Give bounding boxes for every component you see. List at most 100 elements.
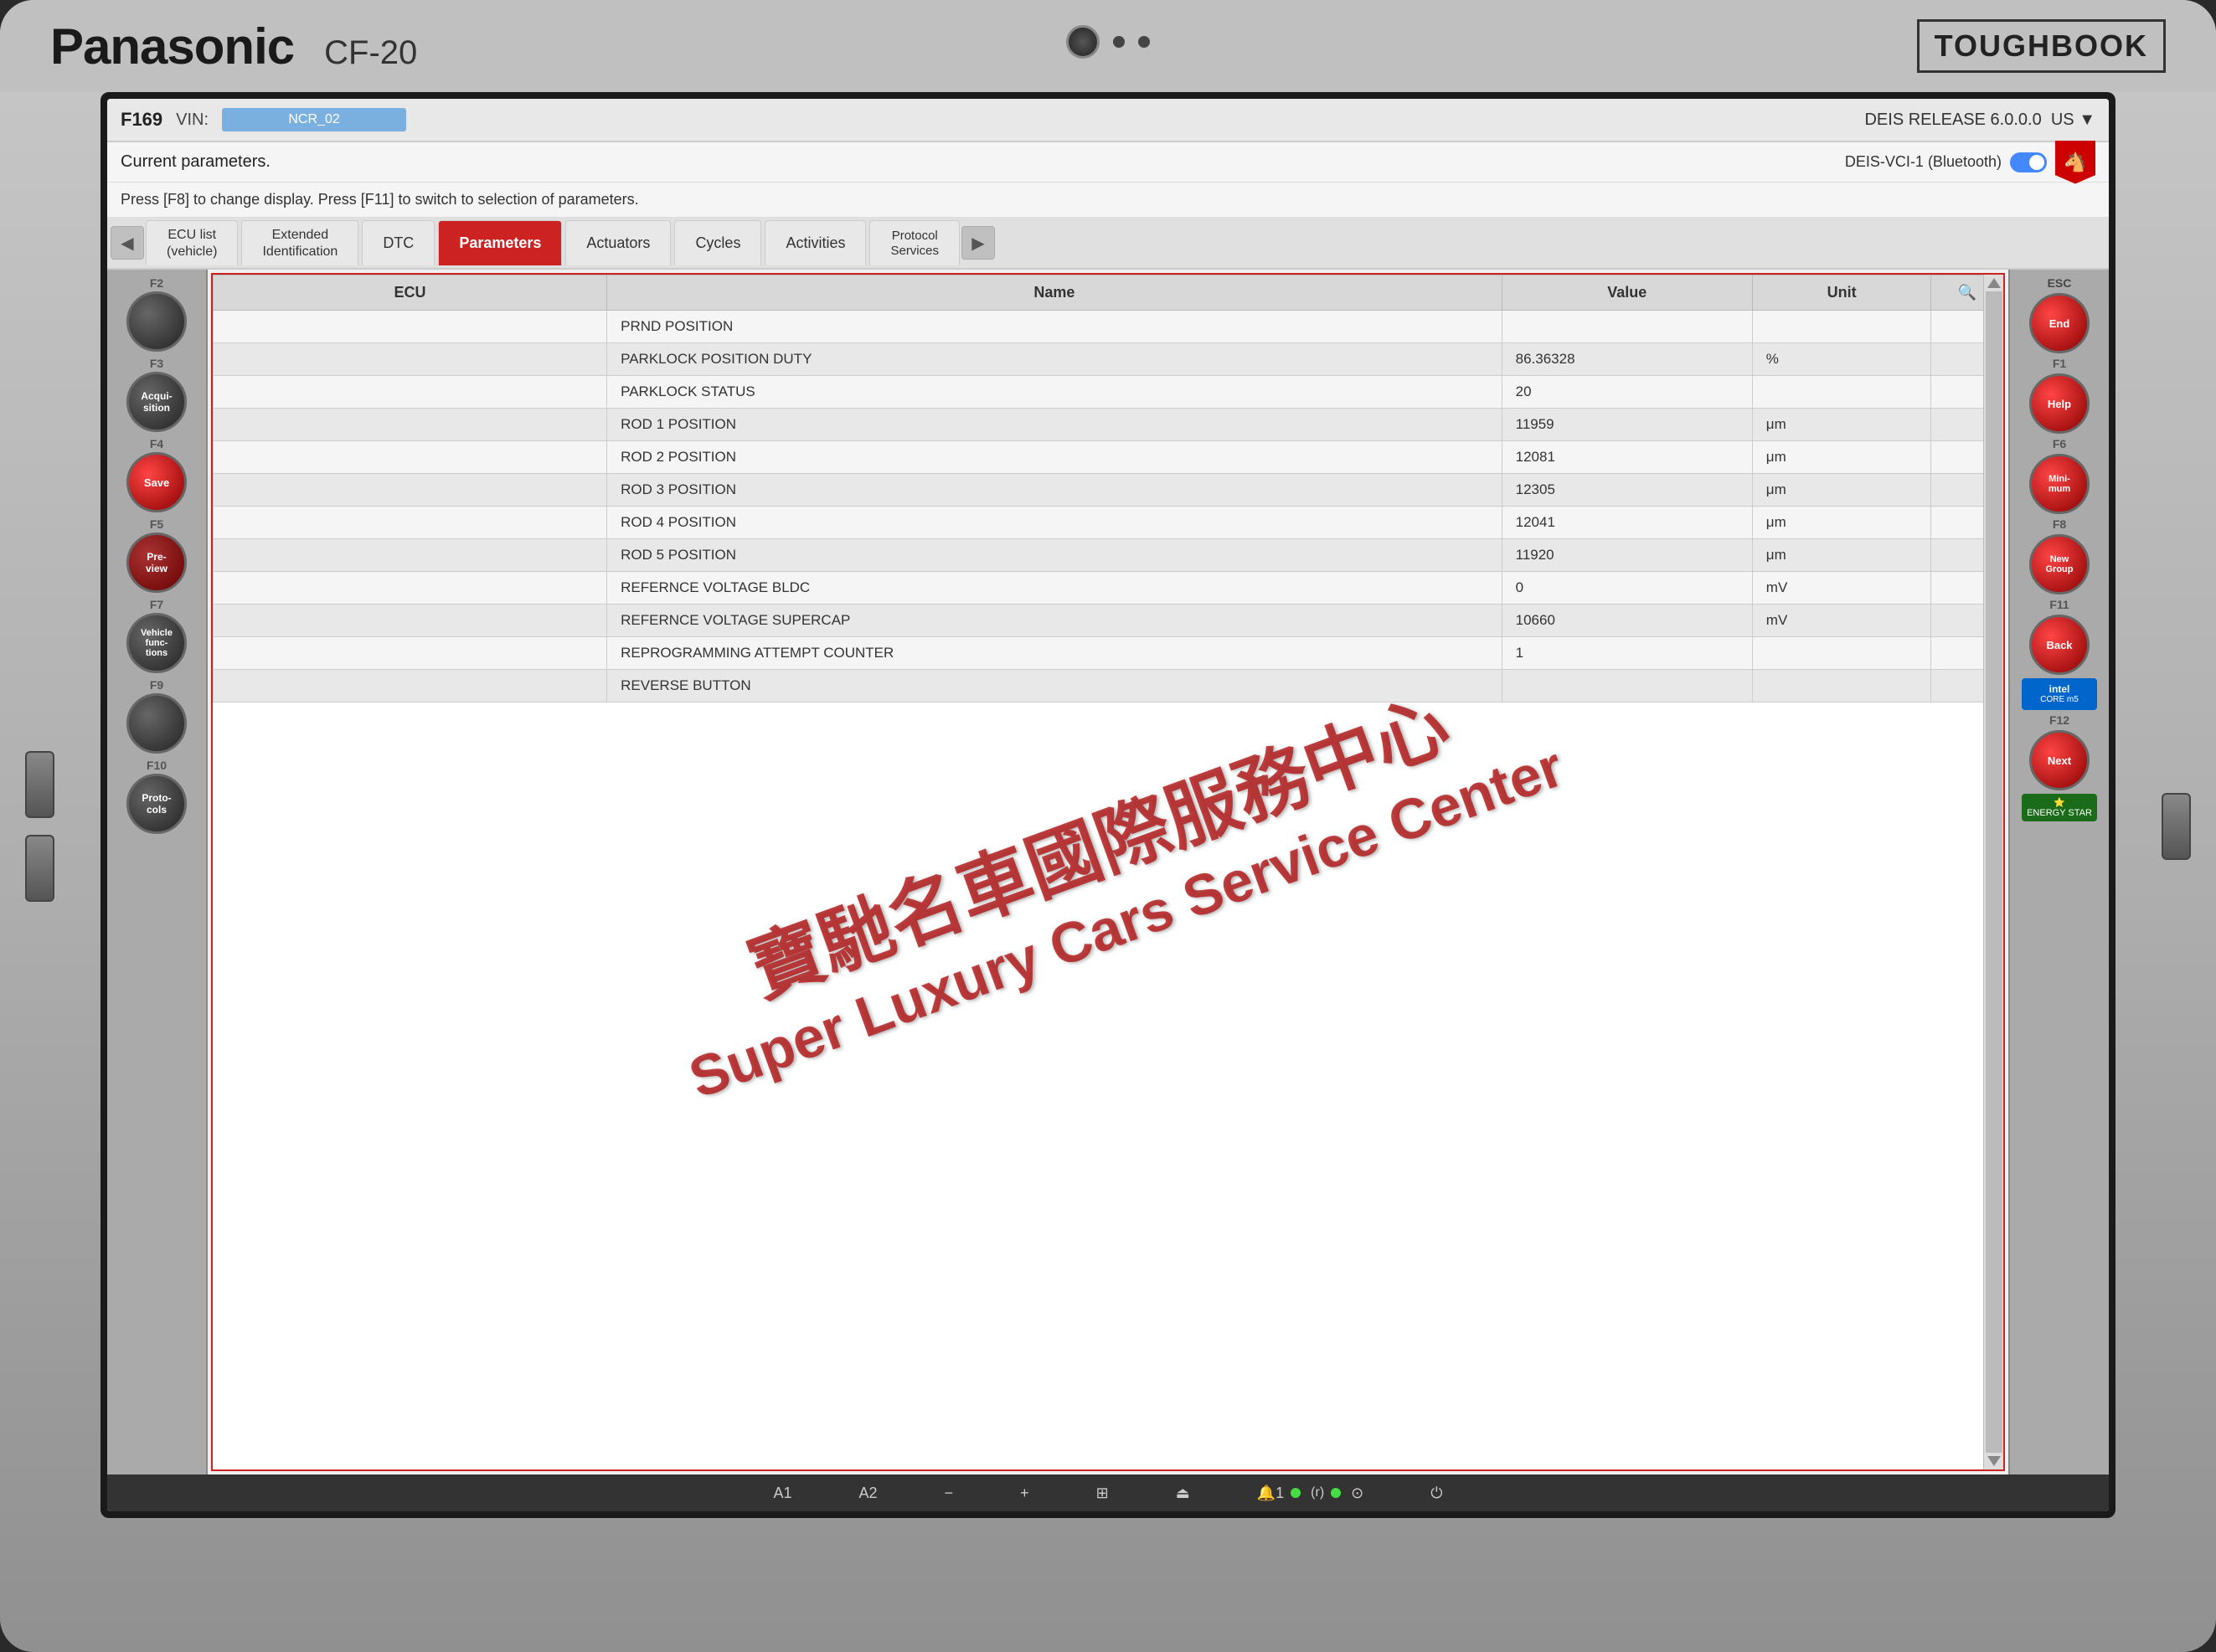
camera-lens (1066, 25, 1100, 59)
scrollbar[interactable] (1983, 275, 2003, 1469)
cell-value: 12305 (1502, 474, 1752, 507)
scroll-up[interactable] (1987, 278, 2001, 288)
camera-dot (1113, 36, 1125, 48)
table-row: PARKLOCK STATUS 20 (214, 376, 2003, 409)
table-row: REFERNCE VOLTAGE SUPERCAP 10660 mV (214, 605, 2003, 637)
cell-unit: mV (1752, 572, 1931, 605)
cell-unit: μm (1752, 409, 1931, 441)
cell-value: 10660 (1502, 605, 1752, 637)
fn-f3-btn[interactable]: Acqui-sition (126, 372, 187, 432)
intel-badge: intel CORE m5 (2022, 678, 2097, 710)
cell-ecu (214, 637, 607, 670)
cell-unit: mV (1752, 605, 1931, 637)
fn-f12-label: F12 (2049, 713, 2069, 727)
cell-ecu (214, 605, 607, 637)
cell-ecu (214, 376, 607, 409)
col-value: Value (1502, 275, 1752, 311)
fn-f5-btn[interactable]: Pre-view (126, 533, 187, 593)
nav-arrow-left[interactable]: ◀ (111, 226, 144, 260)
press-text: Press [F8] to change display. Press [F11… (121, 191, 639, 208)
fn-f4-btn[interactable]: Save (126, 452, 187, 512)
taskbar-eject[interactable]: ⏏ (1176, 1485, 1190, 1502)
fn-f11-btn[interactable]: Back (2029, 615, 2090, 675)
bluetooth-toggle[interactable] (2010, 152, 2047, 172)
cell-ecu (214, 474, 607, 507)
fn-f7-btn[interactable]: Vehiclefunc-tions (126, 613, 187, 673)
energy-star-badge: ⭐ENERGY STAR (2022, 794, 2097, 821)
cell-unit: μm (1752, 539, 1931, 572)
fn-f10-btn[interactable]: Proto-cols (126, 774, 187, 834)
cell-value: 1 (1502, 637, 1752, 670)
tab-ecu-list[interactable]: ECU list(vehicle) (146, 220, 238, 265)
fn-f1-btn[interactable]: Help (2029, 373, 2090, 434)
fn-esc-btn[interactable]: End (2029, 293, 2090, 353)
left-sidebar: F2 F3 Acqui-sition F4 Save F5 (107, 270, 208, 1474)
fn-f2-btn[interactable] (126, 291, 187, 352)
table-scroll-container: ECU Name Value Unit 🔍 (213, 275, 2003, 1469)
cell-name: ROD 5 POSITION (607, 539, 1502, 572)
bluetooth-info: DEIS-VCI-1 (Bluetooth) 🐴 (1845, 141, 2095, 184)
cell-unit: μm (1752, 507, 1931, 539)
taskbar-power[interactable]: ⏻ (1430, 1485, 1442, 1502)
tab-protocol-services[interactable]: ProtocolServices (869, 220, 960, 265)
cell-unit (1752, 311, 1931, 343)
camera-area (1066, 25, 1150, 59)
table-row: ROD 4 POSITION 12041 μm (214, 507, 2003, 539)
fn-f10-group: F10 Proto-cols (126, 759, 187, 834)
table-row: PARKLOCK POSITION DUTY 86.36328 % (214, 343, 2003, 376)
side-buttons-right (2162, 793, 2191, 860)
camera-dot2 (1138, 36, 1150, 48)
nav-tabs: ◀ ECU list(vehicle) ExtendedIdentificati… (107, 218, 2109, 270)
taskbar-minus[interactable]: − (945, 1485, 954, 1502)
taskbar-a1[interactable]: A1 (774, 1485, 792, 1502)
tab-activities[interactable]: Activities (765, 220, 866, 265)
cell-ecu (214, 311, 607, 343)
cell-unit: % (1752, 343, 1931, 376)
fn-f7-label: F7 (150, 598, 163, 611)
tab-cycles[interactable]: Cycles (674, 220, 761, 265)
fn-f10-label: F10 (147, 759, 167, 772)
fn-f6-btn[interactable]: Mini-mum (2029, 454, 2090, 514)
side-btn-left-2[interactable] (25, 835, 54, 902)
taskbar-a2[interactable]: A2 (859, 1485, 878, 1502)
fn-f9-btn[interactable] (126, 693, 187, 754)
cell-name: PARKLOCK STATUS (607, 376, 1502, 409)
taskbar-notification: 🔔1 (1257, 1485, 1284, 1502)
fn-f12-btn[interactable]: Next (2029, 730, 2090, 790)
tab-actuators[interactable]: Actuators (565, 220, 671, 265)
tab-dtc[interactable]: DTC (362, 220, 435, 265)
vin-bar: NCR_02 (222, 108, 406, 131)
scroll-down[interactable] (1987, 1456, 2001, 1466)
vin-value: NCR_02 (288, 112, 339, 127)
cell-ecu (214, 507, 607, 539)
fn-f5-group: F5 Pre-view (126, 517, 187, 593)
tab-extended-id[interactable]: ExtendedIdentification (241, 220, 358, 265)
taskbar-windows[interactable]: ⊞ (1096, 1485, 1109, 1502)
cell-ecu (214, 572, 607, 605)
brand-logo: Panasonic (50, 18, 294, 75)
side-btn-left-1[interactable] (25, 751, 54, 818)
cell-name: REVERSE BUTTON (607, 670, 1502, 702)
cell-value: 86.36328 (1502, 343, 1752, 376)
table-row: PRND POSITION (214, 311, 2003, 343)
laptop-top-bar: Panasonic CF-20 TOUGHBOOK (0, 0, 2216, 92)
cell-value: 11920 (1502, 539, 1752, 572)
fn-f5-label: F5 (150, 517, 163, 531)
fn-f1-label: F1 (2053, 357, 2066, 370)
fn-f8-btn[interactable]: NewGroup (2029, 534, 2090, 594)
nav-arrow-right[interactable]: ▶ (961, 226, 995, 260)
f-code: F169 (121, 109, 162, 131)
cell-value: 12081 (1502, 441, 1752, 474)
toughbook-badge: TOUGHBOOK (1917, 19, 2166, 73)
screen: F169 VIN: NCR_02 DEIS RELEASE 6.0.0.0 US… (107, 99, 2109, 1511)
cell-ecu (214, 441, 607, 474)
tab-parameters[interactable]: Parameters (438, 220, 562, 265)
table-row: ROD 5 POSITION 11920 μm (214, 539, 2003, 572)
fn-f8-label: F8 (2053, 517, 2066, 531)
cell-name: ROD 4 POSITION (607, 507, 1502, 539)
cell-name: REFERNCE VOLTAGE BLDC (607, 572, 1502, 605)
cell-unit (1752, 637, 1931, 670)
taskbar-plus[interactable]: + (1020, 1485, 1029, 1502)
fn-f7-group: F7 Vehiclefunc-tions (126, 598, 187, 673)
side-btn-right-1[interactable] (2162, 793, 2191, 860)
